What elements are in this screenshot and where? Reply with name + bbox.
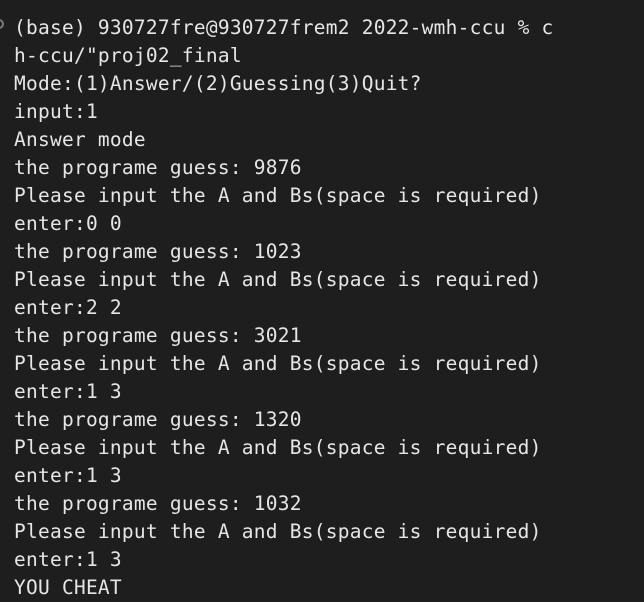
terminal-output: (base) 930727fre@930727frem2 2022-wmh-cc…: [14, 14, 554, 602]
terminal-line: h-ccu/"proj02_final: [14, 44, 242, 67]
terminal-line: YOU CHEAT: [14, 576, 122, 599]
terminal-line: Mode:(1)Answer/(2)Guessing(3)Quit?: [14, 72, 422, 95]
terminal-line-prompt: (base) 930727fre@930727frem2 2022-wmh-cc…: [14, 16, 554, 39]
terminal-line: Please input the A and Bs(space is requi…: [14, 436, 542, 459]
terminal-line: Please input the A and Bs(space is requi…: [14, 352, 542, 375]
terminal-line: the programe guess: 9876: [14, 156, 302, 179]
terminal-line: enter:2 2: [14, 296, 122, 319]
terminal-line: the programe guess: 1032: [14, 492, 302, 515]
terminal-line: the programe guess: 1320: [14, 408, 302, 431]
terminal-line: enter:1 3: [14, 464, 122, 487]
terminal-line: Please input the A and Bs(space is requi…: [14, 520, 542, 543]
terminal-line: enter:1 3: [14, 548, 122, 571]
terminal-line: Please input the A and Bs(space is requi…: [14, 268, 542, 291]
terminal-line: Please input the A and Bs(space is requi…: [14, 184, 542, 207]
prompt-mark-icon: [0, 19, 4, 29]
terminal-line: enter:1 3: [14, 380, 122, 403]
terminal-line: the programe guess: 1023: [14, 240, 302, 263]
terminal-window[interactable]: (base) 930727fre@930727frem2 2022-wmh-cc…: [0, 0, 644, 602]
terminal-line: Answer mode: [14, 128, 146, 151]
terminal-line: the programe guess: 3021: [14, 324, 302, 347]
terminal-line: input:1: [14, 100, 98, 123]
terminal-line: enter:0 0: [14, 212, 122, 235]
